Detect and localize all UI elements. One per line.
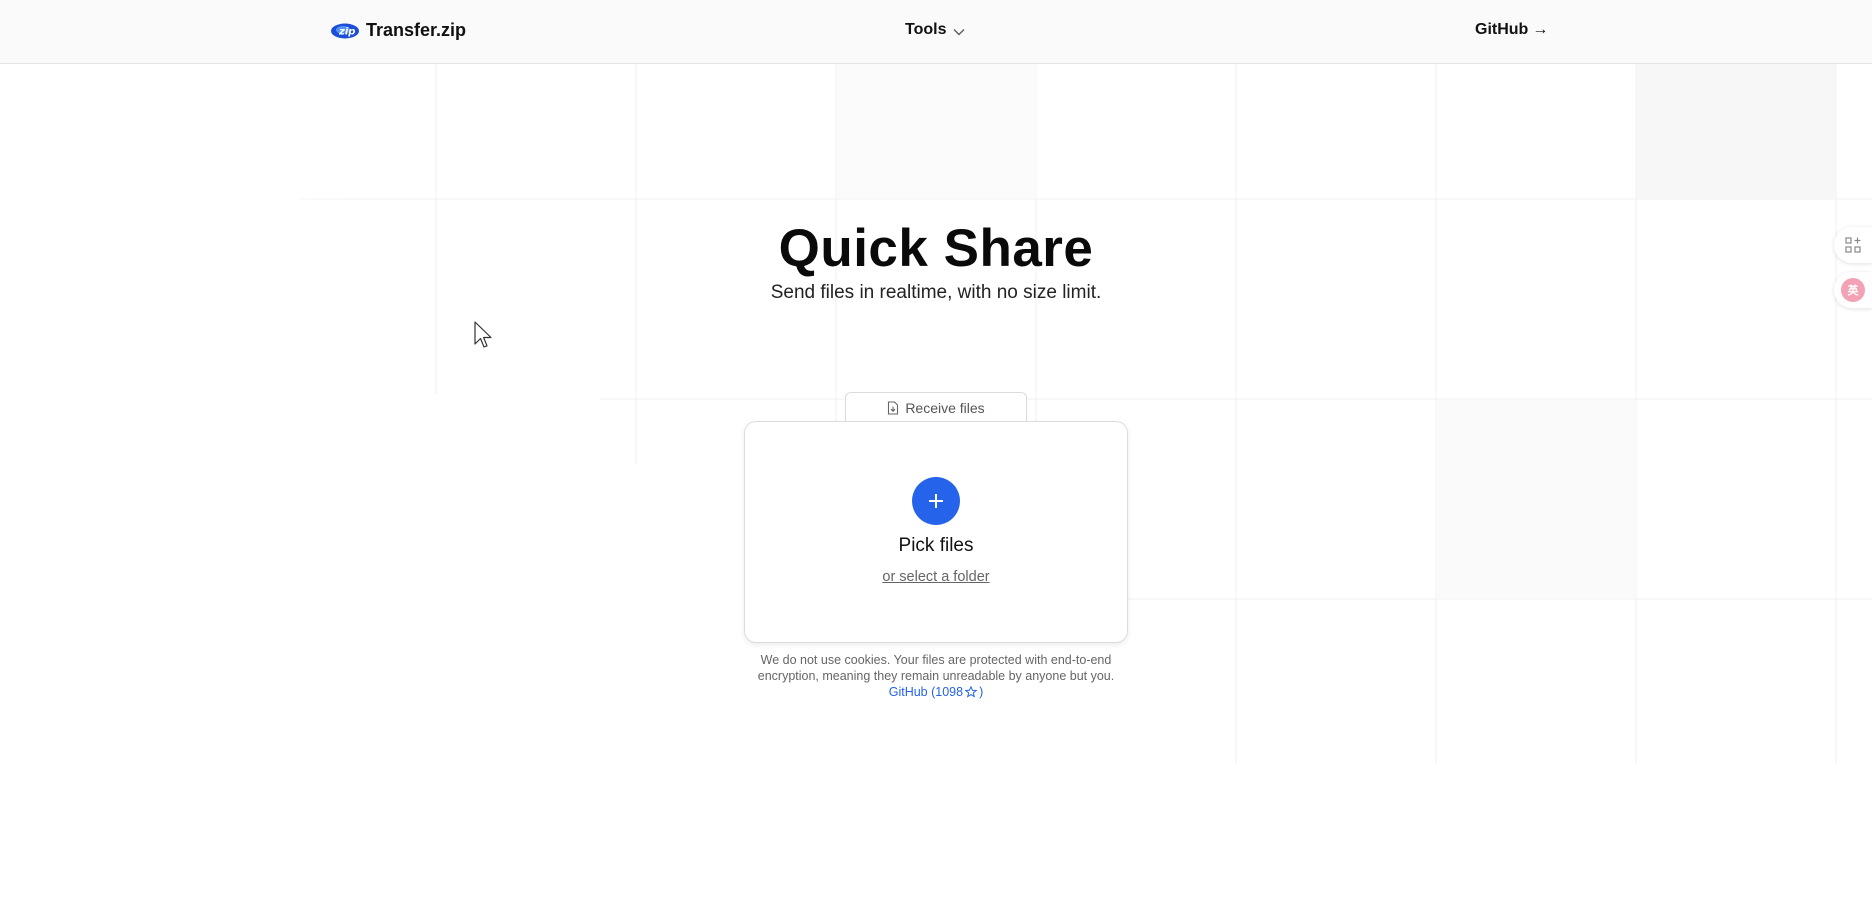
privacy-line-1: We do not use cookies. Your files are pr… — [760, 653, 1112, 667]
apps-add-icon — [1845, 237, 1861, 253]
brand-home-link[interactable]: zip Transfer.zip — [330, 20, 466, 41]
file-drop-card[interactable]: Pick files or select a folder — [744, 421, 1128, 643]
add-files-button[interactable] — [912, 477, 960, 525]
github-nav-label: GitHub — [1475, 21, 1529, 38]
pick-files-label[interactable]: Pick files — [745, 535, 1127, 557]
github-stars-close: ) — [979, 685, 984, 699]
zip-logo-icon: zip — [330, 22, 360, 40]
apps-add-widget[interactable] — [1834, 227, 1872, 263]
select-folder-link[interactable]: or select a folder — [745, 569, 1127, 585]
page-title: Quick Share — [778, 219, 1094, 278]
mouse-cursor-icon — [474, 321, 492, 348]
plus-icon — [929, 494, 943, 508]
receive-files-label: Receive files — [905, 399, 985, 416]
tools-menu-button[interactable]: Tools — [905, 21, 966, 39]
translate-widget[interactable]: 英 — [1834, 272, 1872, 308]
arrow-right-icon: → — [1532, 21, 1549, 38]
github-nav-link[interactable]: GitHub → — [1475, 21, 1548, 39]
file-download-icon — [887, 400, 899, 415]
top-navigation-bar: zip Transfer.zip Tools GitHub → — [0, 0, 1872, 64]
brand-name: Transfer.zip — [366, 20, 467, 40]
chevron-down-icon — [952, 25, 966, 39]
tools-label: Tools — [905, 21, 947, 38]
page-subtitle: Send files in realtime, with no size lim… — [770, 282, 1102, 303]
svg-text:zip: zip — [338, 26, 355, 37]
privacy-notice: We do not use cookies. Your files are pr… — [0, 652, 1872, 700]
translate-icon: 英 — [1841, 278, 1865, 302]
github-stars-link[interactable]: GitHub (1098 ) — [889, 684, 984, 700]
receive-files-tab[interactable]: Receive files — [845, 392, 1027, 422]
star-icon — [965, 686, 978, 698]
github-stars-label: GitHub (1098 — [888, 685, 964, 699]
privacy-line-2: encryption, meaning they remain unreadab… — [757, 669, 1115, 683]
